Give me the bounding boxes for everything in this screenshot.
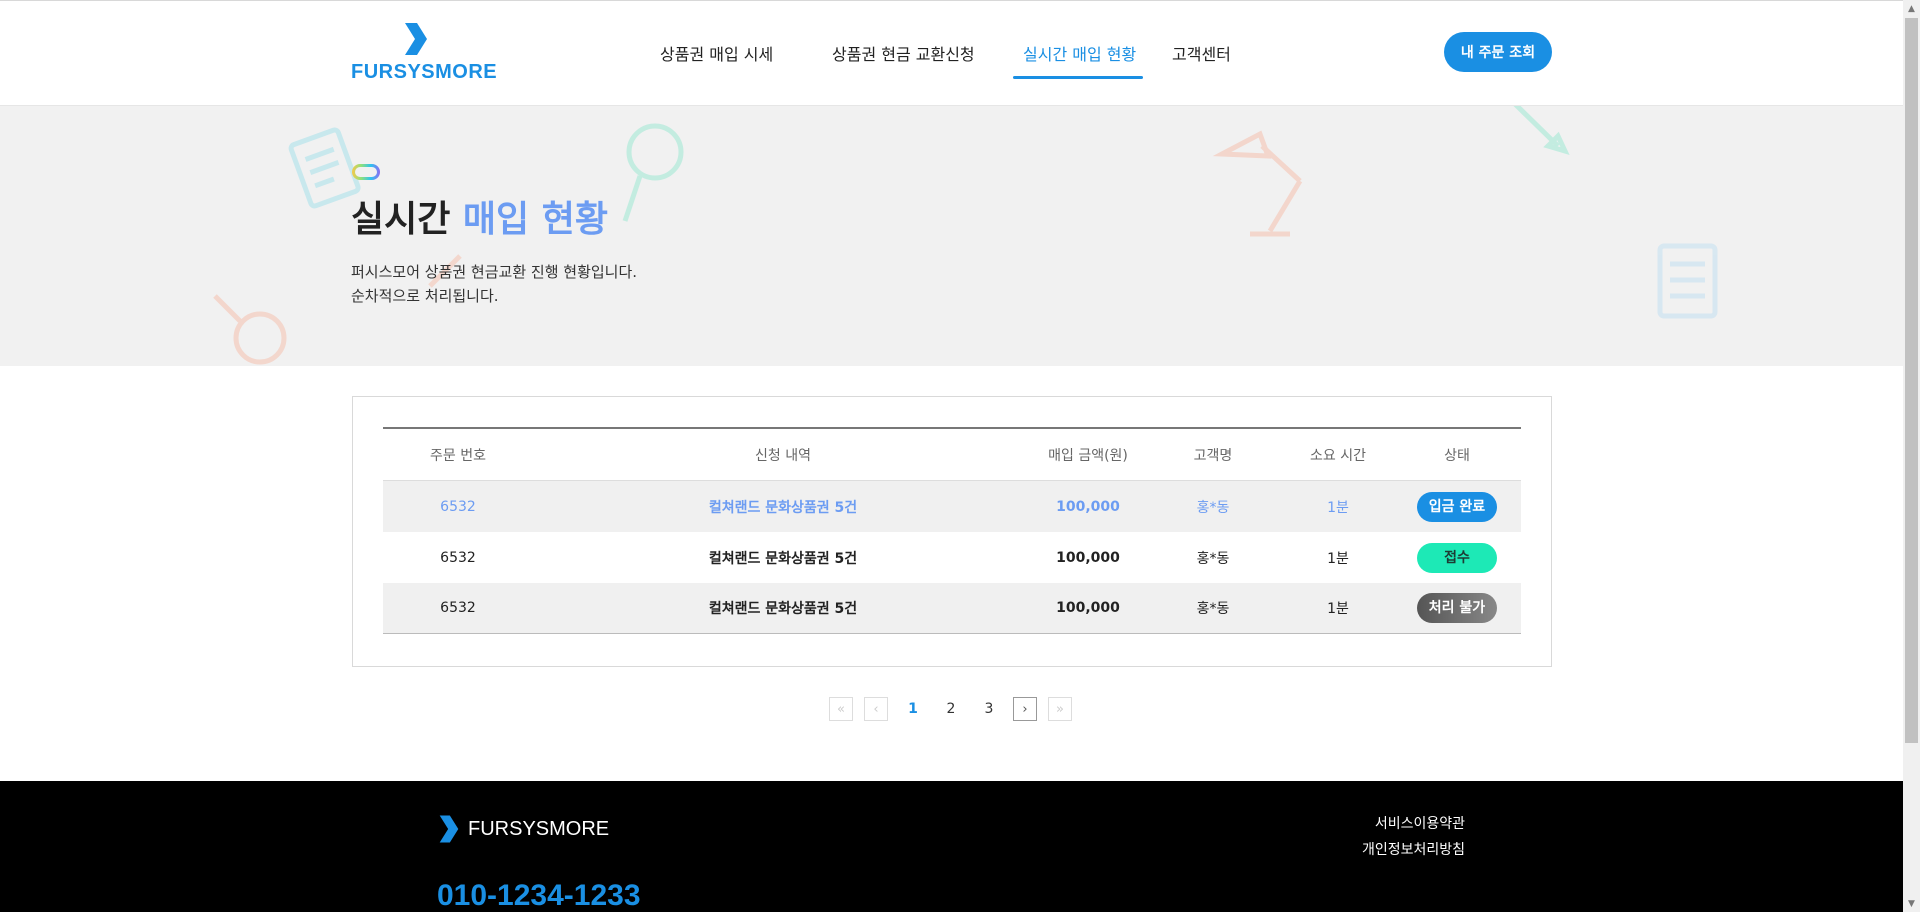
privacy-link[interactable]: 개인정보처리방침	[1362, 837, 1465, 863]
page: FURSYSMORE 상품권 매입 시세 상품권 현금 교환신청 실시간 매입 …	[0, 0, 1920, 912]
next-page-button[interactable]: ›	[1013, 697, 1037, 721]
table-header-row: 주문 번호 신청 내역 매입 금액(원) 고객명 소요 시간 상태	[383, 429, 1521, 481]
cell-time: 1분	[1327, 550, 1349, 567]
page-description: 퍼시스모어 상품권 현금교환 진행 현황입니다. 순차적으로 처리됩니다.	[351, 260, 637, 308]
table-row[interactable]: 6532 컬쳐랜드 문화상품권 5건 100,000 홍*동 1분 입금 완료	[383, 481, 1521, 532]
prev-page-button[interactable]: ‹	[864, 697, 888, 721]
cell-status: 입금 완료	[1393, 491, 1521, 522]
purchase-status-table-box: 주문 번호 신청 내역 매입 금액(원) 고객명 소요 시간 상태 6532 컬…	[352, 396, 1552, 667]
logo-text: FURSYSMORE	[351, 61, 498, 83]
column-header-amount: 매입 금액(원)	[1048, 447, 1128, 464]
nav-item-support[interactable]: 고객센터	[1162, 41, 1241, 73]
cell-amount: 100,000	[1056, 498, 1120, 515]
first-page-button[interactable]: «	[829, 697, 853, 721]
footer-links: 서비스이용약관 개인정보처리방침	[1362, 811, 1465, 863]
cell-order-no: 6532	[440, 498, 476, 515]
logo[interactable]: FURSYSMORE	[351, 21, 497, 87]
footer-logo-text: FURSYSMORE	[468, 817, 610, 840]
cell-order-no: 6532	[440, 600, 476, 616]
table-row[interactable]: 6532 컬쳐랜드 문화상품권 5건 100,000 홍*동 1분 접수	[383, 532, 1521, 583]
cell-status: 처리 불가	[1393, 593, 1521, 623]
cell-amount: 100,000	[1056, 600, 1120, 616]
cell-time: 1분	[1327, 499, 1349, 516]
footer-logo[interactable]: FURSYSMORE	[438, 813, 609, 845]
status-badge: 접수	[1417, 542, 1497, 573]
column-header-order-no: 주문 번호	[430, 447, 486, 464]
column-header-item: 신청 내역	[755, 447, 811, 464]
status-badge: 입금 완료	[1417, 491, 1497, 522]
nav-item-price[interactable]: 상품권 매입 시세	[650, 41, 821, 73]
cell-status: 접수	[1393, 542, 1521, 573]
logo-chevron-icon	[405, 23, 427, 55]
cell-order-no: 6532	[440, 549, 476, 566]
cell-customer: 홍*동	[1196, 601, 1230, 617]
scroll-thumb[interactable]	[1905, 18, 1918, 743]
table-row[interactable]: 6532 컬쳐랜드 문화상품권 5건 100,000 홍*동 1분 처리 불가	[383, 583, 1521, 634]
page-title-main: 실시간	[351, 199, 451, 240]
column-header-time: 소요 시간	[1310, 447, 1366, 464]
cell-time: 1분	[1327, 601, 1349, 617]
scroll-down-icon[interactable]: ▼	[1903, 895, 1920, 912]
hero-pill-icon	[352, 164, 380, 180]
column-header-customer: 고객명	[1193, 447, 1233, 464]
page-description-line-2: 순차적으로 처리됩니다.	[351, 287, 499, 305]
page-number[interactable]: 2	[937, 701, 965, 717]
main-nav: 상품권 매입 시세 상품권 현금 교환신청 실시간 매입 현황 고객센터	[650, 41, 1241, 79]
footer-logo-chevron-icon	[439, 815, 459, 843]
hero-decoration-illustration	[213, 106, 1718, 365]
page-description-line-1: 퍼시스모어 상품권 현금교환 진행 현황입니다.	[351, 263, 638, 281]
cell-item: 컬쳐랜드 문화상품권 5건	[708, 499, 858, 516]
page-number[interactable]: 3	[975, 701, 1003, 717]
cell-customer: 홍*동	[1196, 550, 1230, 567]
nav-item-realtime[interactable]: 실시간 매입 현황	[1013, 41, 1143, 79]
cell-item: 컬쳐랜드 문화상품권 5건	[708, 601, 858, 617]
page-title-accent: 매입 현황	[462, 199, 608, 240]
site-footer: FURSYSMORE 010-1234-1233 서비스이용약관 개인정보처리방…	[0, 781, 1903, 912]
hero-banner: 실시간 매입 현황 퍼시스모어 상품권 현금교환 진행 현황입니다. 순차적으로…	[0, 106, 1903, 366]
cell-amount: 100,000	[1056, 549, 1120, 566]
pagination: « ‹ 1 2 3 › »	[829, 697, 1083, 721]
scroll-up-icon[interactable]: ▲	[1903, 0, 1920, 17]
column-header-status: 상태	[1444, 447, 1470, 464]
vertical-scrollbar[interactable]: ▲ ▼	[1903, 0, 1920, 912]
site-header: FURSYSMORE 상품권 매입 시세 상품권 현금 교환신청 실시간 매입 …	[0, 0, 1903, 106]
my-order-button[interactable]: 내 주문 조회	[1444, 32, 1552, 72]
terms-link[interactable]: 서비스이용약관	[1362, 811, 1465, 837]
page-title: 실시간 매입 현황	[351, 190, 608, 242]
last-page-button[interactable]: »	[1048, 697, 1072, 721]
cell-item: 컬쳐랜드 문화상품권 5건	[708, 550, 858, 567]
purchase-status-table: 주문 번호 신청 내역 매입 금액(원) 고객명 소요 시간 상태 6532 컬…	[383, 427, 1521, 634]
nav-item-exchange[interactable]: 상품권 현금 교환신청	[821, 41, 1013, 73]
footer-phone: 010-1234-1233	[437, 879, 641, 912]
status-badge: 처리 불가	[1417, 593, 1497, 623]
page-number[interactable]: 1	[899, 701, 927, 717]
cell-customer: 홍*동	[1196, 499, 1230, 516]
